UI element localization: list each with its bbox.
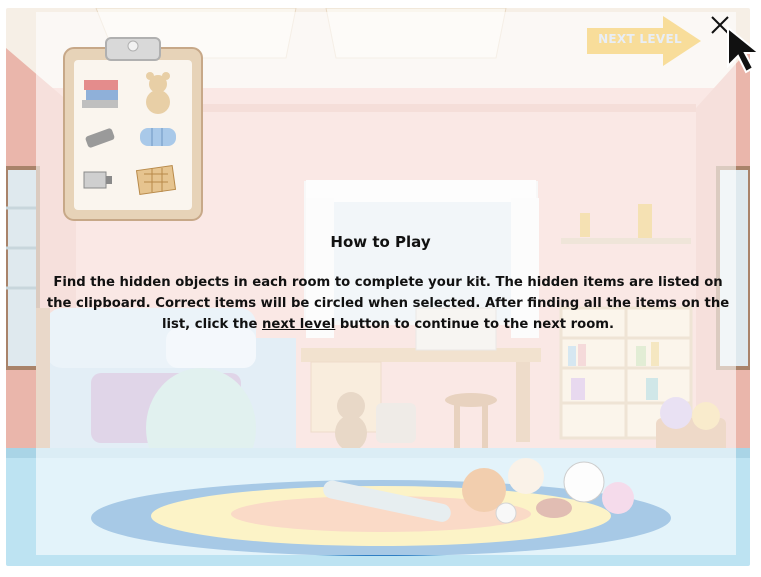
next-level-link[interactable]: next level (262, 317, 335, 332)
how-to-play-title: How to Play (330, 233, 431, 251)
books-and-clothes-icon (82, 80, 118, 108)
next-level-label: NEXT LEVEL (598, 32, 682, 46)
clipboard-item-list (62, 34, 204, 222)
instructions-text-end: button to continue to the next room. (335, 317, 615, 332)
close-icon (711, 16, 729, 34)
game-screen: NEXT LEVEL How to Play Find the hidden o… (0, 0, 761, 577)
sleeping-bag-icon (140, 128, 176, 146)
close-button[interactable] (707, 12, 733, 38)
how-to-play-instructions: Find the hidden objects in each room to … (40, 272, 736, 335)
next-level-button[interactable]: NEXT LEVEL (585, 16, 703, 66)
board-game-icon (135, 165, 177, 195)
